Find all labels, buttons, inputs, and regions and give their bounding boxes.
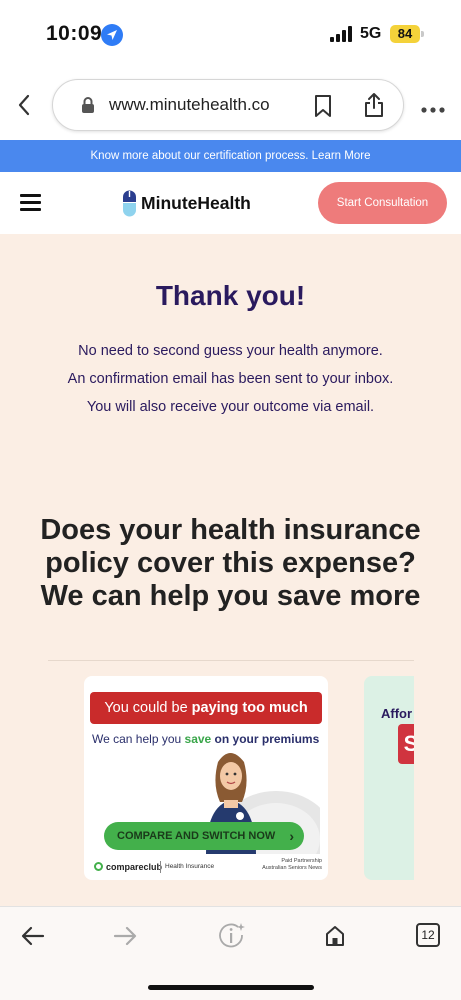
logo-text[interactable]: MinuteHealth [141, 193, 251, 214]
browser-address-bar: www.minutehealth.co [0, 70, 461, 140]
battery-indicator: 84 [390, 25, 420, 43]
brand-category: Health Insurance [165, 863, 215, 870]
partner-line-1: Paid Partnership [281, 858, 322, 864]
back-arrow-icon[interactable] [18, 921, 48, 951]
confirmation-message-3: You will also receive your outcome via e… [86, 399, 375, 415]
compare-button-label: COMPARE AND SWITCH NOW [117, 830, 276, 842]
forward-arrow-icon[interactable] [110, 921, 140, 951]
ad-headline-prefix: You could be [104, 700, 192, 716]
compareclub-ad-card[interactable]: You could be paying too much We can help… [84, 676, 328, 880]
hamburger-menu-icon[interactable] [20, 194, 41, 211]
compareclub-brand: compareclub [94, 862, 162, 872]
info-sparkle-icon[interactable] [216, 921, 246, 951]
status-time: 10:09 [46, 22, 103, 45]
lock-icon [81, 96, 95, 114]
insurance-question-heading: Does your health insurance policy cover … [40, 514, 421, 612]
ad-sub-prefix: We can help you [92, 732, 185, 746]
partner-line-2: Australian Seniors News [262, 865, 322, 871]
tabs-icon[interactable]: 12 [416, 923, 440, 947]
url-text: www.minutehealth.co [109, 95, 270, 114]
browser-bottom-toolbar: 12 [0, 906, 461, 1000]
bookmark-icon[interactable] [313, 94, 333, 118]
start-consultation-button[interactable]: Start Consultation [318, 182, 447, 224]
url-field[interactable]: www.minutehealth.co [52, 79, 404, 131]
carousel-edge [414, 676, 461, 880]
brand-separator [160, 861, 161, 873]
network-label: 5G [360, 25, 382, 42]
section-divider [48, 660, 414, 661]
ad-headline-bold: paying too much [191, 700, 308, 716]
back-chevron-icon[interactable] [14, 92, 36, 118]
location-arrow-icon [101, 24, 123, 46]
main-content: Thank you! No need to second guess your … [0, 234, 461, 906]
brand-name: compareclub [106, 862, 163, 872]
home-indicator [148, 985, 314, 990]
confirmation-message-2: An confirmation email has been sent to y… [67, 371, 394, 387]
announcement-banner[interactable]: Know more about our certification proces… [0, 140, 461, 172]
battery-tip [421, 31, 424, 37]
share-icon[interactable] [363, 92, 385, 118]
compare-and-switch-button[interactable]: COMPARE AND SWITCH NOW › [104, 822, 304, 850]
partner-disclosure: Paid Partnership Australian Seniors News [250, 858, 322, 872]
page-title: Thank you! [155, 280, 306, 311]
compareclub-logo-icon [94, 862, 103, 871]
status-bar: 10:09 5G 84 [0, 0, 461, 70]
site-header: MinuteHealth Start Consultation [0, 172, 461, 234]
confirmation-message-1: No need to second guess your health anym… [78, 343, 383, 359]
ad2-headline: Affor [381, 706, 413, 721]
home-icon[interactable] [320, 921, 350, 951]
chevron-right-icon: › [289, 828, 294, 844]
ad-headline: You could be paying too much [90, 692, 322, 724]
minutehealth-logo-icon [122, 189, 137, 217]
signal-bars-icon [330, 26, 354, 42]
more-icon[interactable] [420, 101, 446, 113]
